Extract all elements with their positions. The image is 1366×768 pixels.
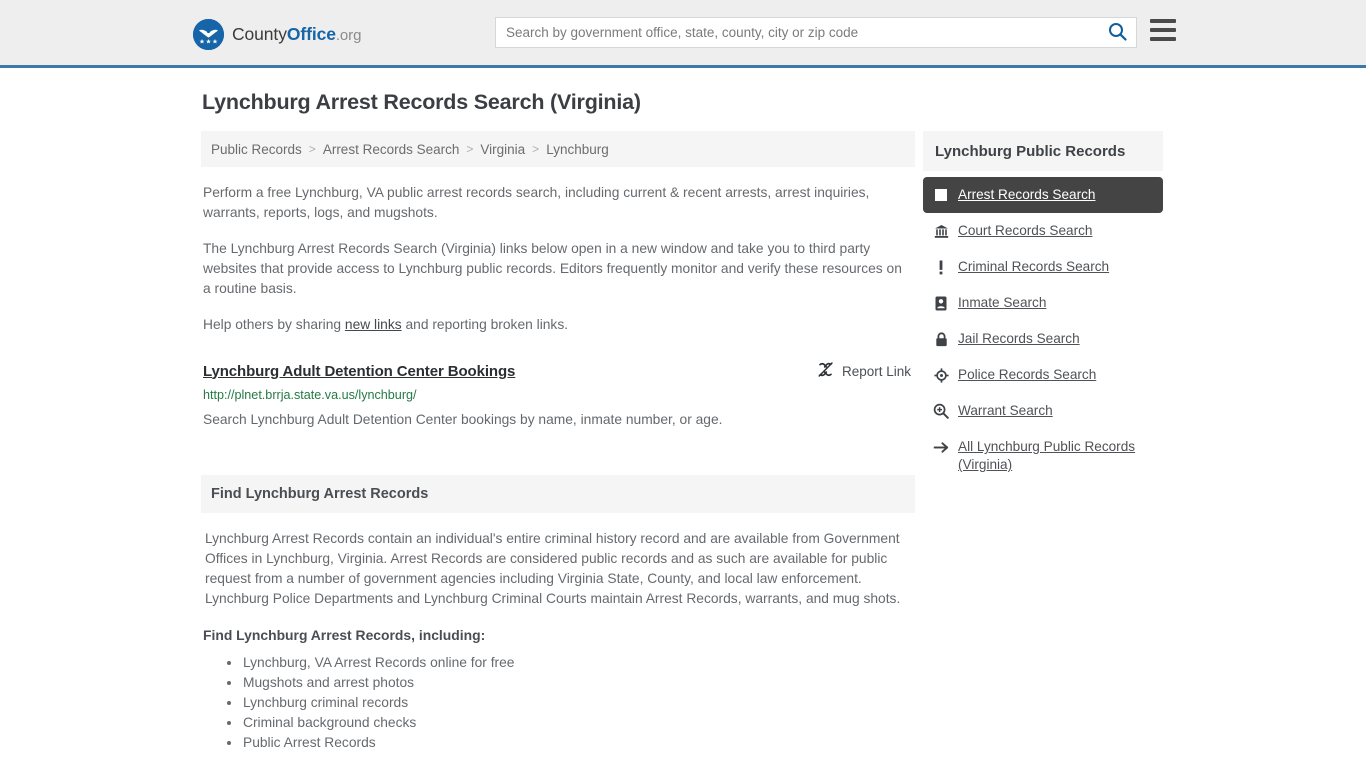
breadcrumb-item-arrest-records-search[interactable]: Arrest Records Search	[323, 142, 460, 157]
sidebar-item-inmate-search[interactable]: Inmate Search	[923, 285, 1163, 321]
magnifier-plus-icon	[933, 402, 949, 420]
intro-paragraph-3: Help others by sharing new links and rep…	[201, 315, 915, 335]
police-badge-icon	[933, 366, 949, 384]
site-logo[interactable]: CountyOffice.org	[193, 19, 361, 50]
breadcrumb-item-lynchburg[interactable]: Lynchburg	[546, 142, 609, 157]
hamburger-bar	[1150, 19, 1176, 23]
eagle-seal-icon	[193, 19, 224, 50]
sidebar-item-criminal-records-search[interactable]: Criminal Records Search	[923, 249, 1163, 285]
search-icon	[1108, 22, 1127, 44]
result-url[interactable]: http://plnet.brrja.state.va.us/lynchburg…	[203, 388, 913, 402]
brand-part-org: .org	[335, 27, 362, 44]
sidebar-item-label[interactable]: Court Records Search	[958, 222, 1092, 240]
search-button[interactable]	[1098, 18, 1136, 47]
sidebar-item-label[interactable]: Inmate Search	[958, 294, 1046, 312]
result-header-row: Lynchburg Adult Detention Center Booking…	[203, 361, 913, 381]
arrow-right-icon	[933, 438, 949, 456]
sidebar-item-police-records-search[interactable]: Police Records Search	[923, 357, 1163, 393]
list-item: Mugshots and arrest photos	[227, 673, 913, 693]
section-sub-heading: Find Lynchburg Arrest Records, including…	[203, 627, 486, 643]
section-paragraph: Lynchburg Arrest Records contain an indi…	[205, 531, 901, 606]
list-item: Criminal background checks	[227, 713, 913, 733]
new-links-link[interactable]: new links	[345, 317, 402, 332]
section-heading: Find Lynchburg Arrest Records	[201, 475, 915, 513]
result-description: Search Lynchburg Adult Detention Center …	[203, 412, 723, 427]
broken-link-icon	[817, 361, 834, 381]
sidebar-item-court-records-search[interactable]: Court Records Search	[923, 213, 1163, 249]
report-link-button[interactable]: Report Link	[817, 361, 913, 381]
list-item: Lynchburg criminal records	[227, 693, 913, 713]
sidebar-item-label[interactable]: Jail Records Search	[958, 330, 1080, 348]
exclamation-icon	[933, 258, 949, 276]
brand-part-office: Office	[286, 24, 336, 44]
sidebar-item-label[interactable]: Warrant Search	[958, 402, 1053, 420]
intro-paragraph-1: Perform a free Lynchburg, VA public arre…	[203, 185, 870, 220]
hamburger-bar	[1150, 37, 1176, 41]
sidebar-item-label[interactable]: Arrest Records Search	[958, 186, 1096, 204]
page-body: Lynchburg Arrest Records Search (Virgini…	[0, 68, 1366, 753]
result-title-link[interactable]: Lynchburg Adult Detention Center Booking…	[203, 363, 515, 380]
hamburger-bar	[1150, 28, 1176, 32]
sidebar: Lynchburg Public Records Arrest Records …	[923, 131, 1163, 483]
report-link-label: Report Link	[841, 363, 911, 379]
sidebar-item-label[interactable]: All Lynchburg Public Records (Virginia)	[958, 438, 1153, 474]
breadcrumb: Public Records > Arrest Records Search >…	[201, 131, 915, 167]
breadcrumb-item-public-records[interactable]: Public Records	[211, 142, 302, 157]
hamburger-menu-icon[interactable]	[1150, 19, 1176, 41]
sidebar-item-warrant-search[interactable]: Warrant Search	[923, 393, 1163, 429]
breadcrumb-separator: >	[466, 142, 474, 156]
sidebar-item-jail-records-search[interactable]: Jail Records Search	[923, 321, 1163, 357]
lock-icon	[933, 330, 949, 348]
section-body: Lynchburg Arrest Records contain an indi…	[201, 529, 915, 753]
intro-p3-after: and reporting broken links.	[401, 317, 569, 332]
breadcrumb-separator: >	[308, 142, 316, 156]
white-square-icon	[933, 186, 949, 204]
sidebar-item-label[interactable]: Police Records Search	[958, 366, 1096, 384]
search-bar	[495, 17, 1137, 48]
main-column: Public Records > Arrest Records Search >…	[193, 131, 915, 753]
courthouse-icon	[933, 222, 949, 240]
breadcrumb-item-virginia[interactable]: Virginia	[480, 142, 525, 157]
sidebar-heading: Lynchburg Public Records	[923, 131, 1163, 171]
find-records-section: Find Lynchburg Arrest Records Lynchburg …	[201, 475, 915, 753]
intro-p3-before: Help others by sharing	[203, 317, 345, 332]
sidebar-item-arrest-records-search[interactable]: Arrest Records Search	[923, 177, 1163, 213]
brand-part-county: County	[232, 24, 287, 44]
list-item: Lynchburg, VA Arrest Records online for …	[227, 653, 913, 673]
sidebar-list: Arrest Records Search Court Records Sear…	[923, 177, 1163, 483]
page-title: Lynchburg Arrest Records Search (Virgini…	[202, 90, 641, 114]
intro-paragraph-2: The Lynchburg Arrest Records Search (Vir…	[203, 241, 902, 296]
sidebar-item-all-public-records[interactable]: All Lynchburg Public Records (Virginia)	[923, 429, 1163, 483]
sidebar-item-label[interactable]: Criminal Records Search	[958, 258, 1109, 276]
id-badge-icon	[933, 294, 949, 312]
content-container: Lynchburg Arrest Records Search (Virgini…	[193, 68, 1173, 753]
result-entry: Lynchburg Adult Detention Center Booking…	[201, 361, 915, 429]
two-column-layout: Public Records > Arrest Records Search >…	[193, 131, 1173, 753]
search-input[interactable]	[496, 18, 1098, 47]
breadcrumb-separator: >	[532, 142, 540, 156]
records-bullet-list: Lynchburg, VA Arrest Records online for …	[203, 653, 913, 753]
site-header: CountyOffice.org	[0, 0, 1366, 68]
site-logo-text: CountyOffice.org	[232, 24, 361, 45]
list-item: Public Arrest Records	[227, 733, 913, 753]
